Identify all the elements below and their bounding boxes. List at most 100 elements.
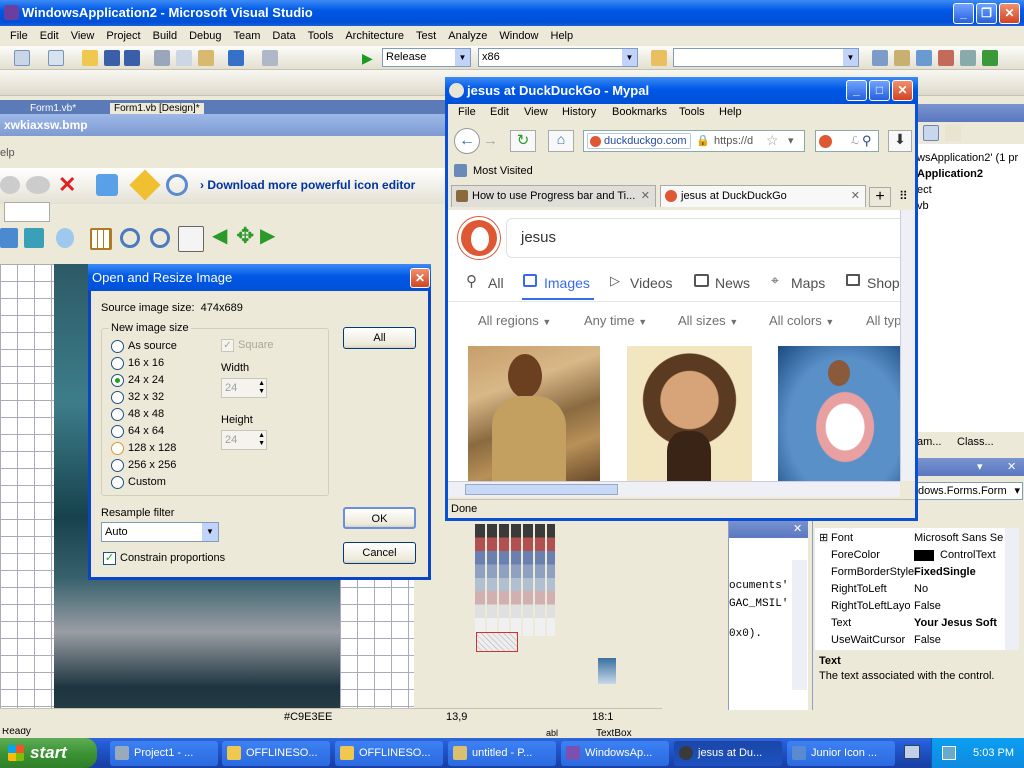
move-arrows-icon[interactable]: ✥ <box>236 222 254 250</box>
open-icon[interactable] <box>82 50 98 66</box>
nav-images[interactable]: Images <box>544 275 590 291</box>
url-dropdown-icon[interactable]: ▾ <box>788 134 794 147</box>
text-zoom-icon[interactable] <box>178 226 204 252</box>
radio-custom[interactable] <box>111 476 124 489</box>
image-result[interactable] <box>627 346 752 481</box>
code-scrollbar[interactable] <box>792 560 807 690</box>
reload-button[interactable]: ↻ <box>510 130 536 152</box>
browser-close-button[interactable]: ✕ <box>892 80 913 101</box>
tab-class-view[interactable]: Class... <box>957 436 994 448</box>
copy-icon[interactable] <box>176 50 192 66</box>
square-checkbox[interactable]: ✓ <box>221 339 234 352</box>
keyboard-tray-icon[interactable] <box>904 745 920 759</box>
solution-explorer-icon[interactable] <box>872 50 888 66</box>
paste-icon[interactable] <box>198 50 214 66</box>
menu-project[interactable]: Project <box>100 30 146 42</box>
menu-team[interactable]: Team <box>228 30 267 42</box>
download-tag-icon[interactable] <box>129 169 161 201</box>
clock[interactable]: 5:03 PM <box>973 747 1014 759</box>
solution-line-4[interactable]: vb <box>917 200 929 212</box>
zoom-out-icon[interactable] <box>150 228 170 248</box>
new-tab-button[interactable]: + <box>869 187 891 207</box>
prop-forecolor[interactable]: ForeColor ControlText <box>817 547 1015 564</box>
constrain-checkbox[interactable]: ✓ <box>103 552 116 565</box>
prop-righttoleftlayout[interactable]: RightToLeftLayo False <box>817 598 1015 615</box>
start-debug-icon[interactable]: ▶ <box>362 50 378 66</box>
radio-256[interactable] <box>111 459 124 472</box>
menu-test[interactable]: Test <box>410 30 442 42</box>
icon-editor-menu[interactable]: elp <box>0 147 15 159</box>
browser-menu-history[interactable]: History <box>562 106 596 118</box>
site-identity[interactable]: duckduckgo.com <box>587 133 691 149</box>
spinner-arrows-icon[interactable]: ▲ ▼ <box>258 432 265 448</box>
filter-regions[interactable]: All regions ▼ <box>478 313 551 328</box>
nav-videos[interactable]: Videos <box>630 275 673 291</box>
taskbar-item-project1[interactable]: Project1 - ... <box>110 741 218 766</box>
zoom-in-icon[interactable] <box>120 228 140 248</box>
undo-icon[interactable] <box>228 50 244 66</box>
filter-time[interactable]: Any time ▼ <box>584 313 647 328</box>
browser-menu-view[interactable]: View <box>524 106 548 118</box>
pane-close-icon[interactable]: ✕ <box>1007 460 1016 473</box>
filter-types[interactable]: All typ <box>866 313 900 328</box>
start-page-icon[interactable] <box>960 50 976 66</box>
taskbar-item-junior-icon[interactable]: Junior Icon ... <box>787 741 895 766</box>
solution-platform-select[interactable]: x86 ▼ <box>478 48 638 67</box>
save-all-icon[interactable] <box>124 50 140 66</box>
delete-icon[interactable]: ✕ <box>58 172 76 198</box>
show-all-files-icon[interactable] <box>923 125 939 141</box>
height-spinner[interactable]: 24 ▲ ▼ <box>221 430 267 450</box>
spinner-arrows-icon[interactable]: ▲ ▼ <box>258 380 265 396</box>
grid-icon[interactable] <box>90 228 112 250</box>
url-bar[interactable]: duckduckgo.com 🔒 https://d ☆ ▾ <box>583 130 805 152</box>
palette-scrollbar[interactable] <box>557 524 661 636</box>
home-button[interactable]: ⌂ <box>548 130 574 152</box>
taskbar-item-offlineso-1[interactable]: OFFLINESO... <box>222 741 330 766</box>
toolbox-icon[interactable] <box>938 50 954 66</box>
taskbar-item-offlineso-2[interactable]: OFFLINESO... <box>335 741 443 766</box>
solution-line-2[interactable]: Application2 <box>917 168 983 180</box>
ok-button[interactable]: OK <box>343 507 416 529</box>
radio-32[interactable] <box>111 391 124 404</box>
prop-font[interactable]: ⊞ Font Microsoft Sans Se <box>817 530 1015 547</box>
menu-debug[interactable]: Debug <box>183 30 227 42</box>
find-combo[interactable]: ▼ <box>673 48 859 67</box>
filter-colors[interactable]: All colors ▼ <box>769 313 834 328</box>
dialog-close-button[interactable]: ✕ <box>410 268 430 288</box>
forward-button[interactable]: → <box>483 132 498 149</box>
search-icon[interactable]: ⚲ <box>862 133 872 149</box>
find-in-files-icon[interactable] <box>651 50 667 66</box>
properties-object-select[interactable]: dows.Forms.Form ▾ <box>915 482 1023 500</box>
menu-build[interactable]: Build <box>147 30 183 42</box>
object-browser-icon[interactable] <box>916 50 932 66</box>
cube-icon[interactable] <box>0 228 18 248</box>
menu-tools[interactable]: Tools <box>302 30 340 42</box>
redo-icon[interactable] <box>262 50 278 66</box>
radio-16[interactable] <box>111 357 124 370</box>
browser-maximize-button[interactable]: □ <box>869 80 890 101</box>
nav-shop[interactable]: Shop <box>867 275 900 291</box>
undo-shape-icon[interactable] <box>0 176 20 194</box>
browser-menu-bookmarks[interactable]: Bookmarks <box>612 106 667 118</box>
radio-128[interactable] <box>111 442 124 455</box>
icon-editor-tab[interactable] <box>4 202 50 222</box>
page-scrollbar-h[interactable] <box>448 481 900 497</box>
ddg-logo[interactable] <box>458 217 500 259</box>
browser-tab-jesus[interactable]: jesus at DuckDuckGo ✕ <box>660 185 866 207</box>
taskbar-item-paint[interactable]: untitled - P... <box>448 741 556 766</box>
filter-sizes[interactable]: All sizes ▼ <box>678 313 738 328</box>
query-input[interactable]: jesus <box>506 218 900 258</box>
save-icon[interactable] <box>104 50 120 66</box>
download-editor-link[interactable]: › Download more powerful icon editor <box>200 178 415 192</box>
browser-tab-progress[interactable]: How to use Progress bar and Ti... ✕ <box>451 185 656 207</box>
nav-maps[interactable]: Maps <box>791 275 825 291</box>
pane-pin-icon[interactable]: ▾ <box>977 460 983 473</box>
color-palette[interactable] <box>475 524 555 636</box>
selected-color-swatch[interactable] <box>476 632 518 652</box>
taskbar-item-browser[interactable]: jesus at Du... <box>674 741 782 766</box>
menu-help[interactable]: Help <box>545 30 580 42</box>
taskbar-item-windowsapp[interactable]: WindowsAp... <box>561 741 669 766</box>
solution-line-1[interactable]: wsApplication2' (1 pr <box>917 152 1018 164</box>
arrow-left-icon[interactable]: ◀ <box>212 226 227 246</box>
all-button[interactable]: All <box>343 327 416 349</box>
